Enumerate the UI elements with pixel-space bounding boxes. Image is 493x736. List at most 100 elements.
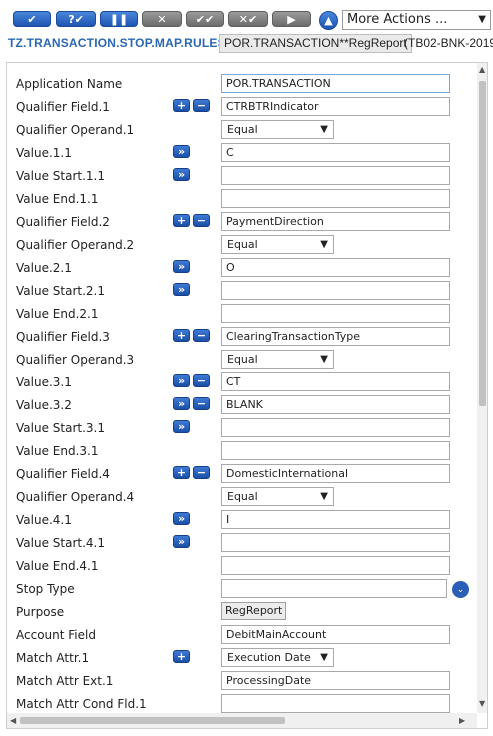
- qualifier-field-4-field[interactable]: DomesticInternational: [221, 464, 450, 484]
- field-label: Match Attr Cond Fld.1: [16, 696, 147, 711]
- form-row-value-start-3-1: Value Start.3.1 »: [7, 418, 467, 438]
- value-start-2-1-field[interactable]: [221, 280, 450, 300]
- form-row-match-attr-ext-1: Match Attr Ext.1 ProcessingDate: [7, 670, 467, 691]
- qualifier-operand-1-select[interactable]: Equal ▼: [221, 119, 334, 139]
- purpose-button[interactable]: RegReport: [221, 602, 287, 621]
- form-row-value-end-3-1: Value End.3.1: [7, 441, 467, 461]
- next-button[interactable]: ▶: [272, 11, 311, 27]
- field-label: Value End.3.1: [16, 444, 99, 459]
- reverse-button[interactable]: ✕✔: [228, 11, 268, 27]
- remove-field-button[interactable]: −: [193, 213, 210, 227]
- vertical-scrollbar[interactable]: ▲ ▼: [477, 63, 487, 713]
- remove-field-button[interactable]: −: [193, 328, 210, 342]
- more-actions-label: More Actions ...: [347, 12, 448, 27]
- field-label: Qualifier Operand.1: [16, 122, 135, 137]
- field-label: Application Name: [16, 77, 123, 91]
- scroll-up-icon[interactable]: ▲: [479, 65, 485, 74]
- select-value: Equal: [227, 490, 258, 504]
- application-name-field[interactable]: POR.TRANSACTION: [221, 74, 450, 93]
- expand-value-button[interactable]: »: [173, 167, 190, 181]
- page-title: TZ.TRANSACTION.STOP.MAP.RULES: [8, 36, 226, 50]
- add-field-button[interactable]: +: [173, 650, 190, 663]
- expand-dropdown-icon[interactable]: ⌄: [452, 581, 469, 599]
- form-row-match-attr-cond-fld-1: Match Attr Cond Fld.1: [7, 693, 467, 714]
- chevron-down-icon: ▼: [320, 123, 328, 135]
- field-label: Value.3.2: [16, 398, 72, 413]
- close-icon: ✕: [157, 12, 167, 26]
- form-row-value-3-2: Value.3.2 » − BLANK: [7, 395, 467, 415]
- remove-field-button[interactable]: −: [193, 397, 210, 411]
- field-label: Value.3.1: [16, 375, 72, 390]
- select-value: Equal: [227, 237, 258, 251]
- add-field-button[interactable]: +: [173, 213, 190, 227]
- more-actions-select[interactable]: More Actions ... ▼: [342, 10, 491, 30]
- remove-field-button[interactable]: −: [193, 466, 210, 480]
- remove-field-button[interactable]: −: [193, 98, 210, 112]
- scroll-right-icon[interactable]: ▶: [459, 716, 465, 725]
- qualifier-field-1-field[interactable]: CTRBTRIndicator: [221, 96, 450, 116]
- scroll-down-icon[interactable]: ▼: [479, 699, 485, 708]
- validate-icon: ?✔: [68, 12, 84, 26]
- scroll-left-icon[interactable]: ◀: [10, 716, 16, 725]
- validate-button[interactable]: ?✔: [56, 11, 96, 27]
- authorise-button[interactable]: ✔✔: [186, 11, 224, 27]
- expand-value-button[interactable]: »: [173, 282, 190, 296]
- value-1-1-field[interactable]: C: [221, 142, 450, 162]
- value-end-3-1-field[interactable]: [221, 441, 450, 461]
- check-icon: ✔: [27, 12, 37, 26]
- match-attr-ext-1-field[interactable]: ProcessingDate: [221, 670, 450, 690]
- add-field-button[interactable]: +: [173, 98, 190, 112]
- expand-value-button[interactable]: »: [173, 259, 190, 273]
- qualifier-operand-4-select[interactable]: Equal ▼: [221, 487, 334, 507]
- stop-type-field[interactable]: [221, 579, 447, 599]
- expand-value-button[interactable]: »: [173, 397, 190, 411]
- delete-button[interactable]: ✕: [142, 11, 182, 27]
- qualifier-field-2-field[interactable]: PaymentDirection: [221, 211, 450, 231]
- qualifier-operand-3-select[interactable]: Equal ▼: [221, 349, 334, 369]
- add-field-button[interactable]: +: [173, 328, 190, 342]
- commit-button[interactable]: ✔: [13, 11, 51, 27]
- value-end-1-1-field[interactable]: [221, 188, 450, 208]
- value-3-2-field[interactable]: BLANK: [221, 395, 450, 415]
- expand-value-button[interactable]: »: [173, 420, 190, 434]
- remove-field-button[interactable]: −: [193, 374, 210, 388]
- qualifier-field-3-field[interactable]: ClearingTransactionType: [221, 326, 450, 346]
- chevron-down-icon: ▼: [320, 353, 328, 365]
- account-field-field[interactable]: DebitMainAccount: [221, 625, 450, 645]
- expand-value-button[interactable]: »: [173, 144, 190, 158]
- field-label: Qualifier Field.2: [16, 214, 110, 229]
- field-label: Value End.1.1: [16, 191, 99, 206]
- qualifier-operand-2-select[interactable]: Equal ▼: [221, 234, 334, 254]
- match-attr-cond-fld-1-field[interactable]: [221, 693, 450, 713]
- match-attr-1-select[interactable]: Execution Date ▼: [221, 648, 334, 667]
- reverse-icon: ✕✔: [238, 12, 258, 26]
- add-field-button[interactable]: +: [173, 466, 190, 480]
- value-3-1-field[interactable]: CT: [221, 372, 450, 392]
- horizontal-scrollbar[interactable]: ◀ ▶: [7, 713, 477, 728]
- form-row-account-field: Account Field DebitMainAccount: [7, 625, 467, 645]
- form-row-qualifier-field-3: Qualifier Field.3 + − ClearingTransactionTy…: [7, 326, 467, 347]
- field-label: Value End.4.1: [16, 559, 99, 574]
- expand-value-button[interactable]: »: [173, 535, 190, 549]
- value-end-4-1-field[interactable]: [221, 556, 450, 576]
- form-row-qualifier-operand-1: Qualifier Operand.1 Equal ▼: [7, 119, 467, 140]
- hold-button[interactable]: ❚❚: [100, 11, 138, 27]
- value-end-2-1-field[interactable]: [221, 303, 450, 323]
- up-button[interactable]: ▲: [319, 11, 338, 30]
- chevron-down-icon: ▼: [320, 238, 328, 250]
- pause-icon: ❚❚: [109, 12, 129, 26]
- horizontal-scroll-thumb[interactable]: [20, 717, 285, 724]
- value-start-3-1-field[interactable]: [221, 418, 450, 438]
- value-start-1-1-field[interactable]: [221, 165, 450, 185]
- value-start-4-1-field[interactable]: [221, 533, 450, 553]
- form-row-value-end-2-1: Value End.2.1: [7, 303, 467, 324]
- vertical-scroll-thumb[interactable]: [479, 81, 486, 406]
- expand-value-button[interactable]: »: [173, 374, 190, 388]
- value-4-1-field[interactable]: I: [221, 510, 450, 530]
- field-label: Match Attr Ext.1: [16, 673, 114, 688]
- title-bar: TZ.TRANSACTION.STOP.MAP.RULES POR.TRANSA…: [0, 34, 493, 55]
- value-2-1-field[interactable]: O: [221, 257, 450, 277]
- form-row-value-start-1-1: Value Start.1.1 »: [7, 165, 467, 186]
- field-label: Value.1.1: [16, 145, 72, 160]
- expand-value-button[interactable]: »: [173, 512, 190, 526]
